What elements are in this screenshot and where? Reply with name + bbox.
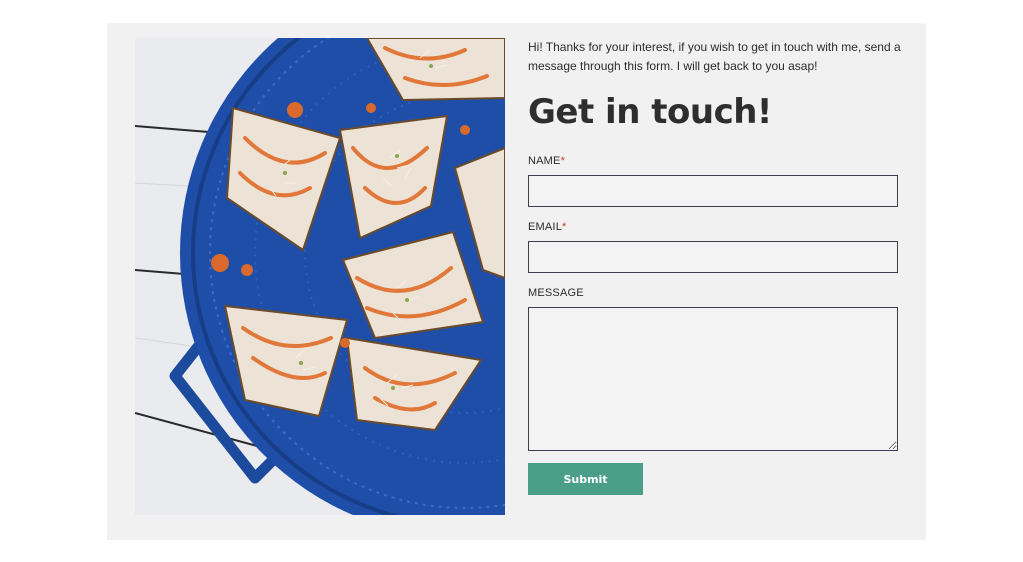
message-field-group: MESSAGE — [528, 287, 903, 451]
name-label-text: NAME — [528, 155, 561, 167]
food-photo — [135, 38, 505, 515]
intro-text: Hi! Thanks for your interest, if you wis… — [528, 40, 901, 73]
message-label: MESSAGE — [528, 287, 584, 299]
required-marker: * — [560, 155, 566, 167]
contact-form: Hi! Thanks for your interest, if you wis… — [528, 38, 903, 495]
message-textarea[interactable] — [528, 307, 898, 451]
email-field-group: EMAIL* — [528, 221, 903, 273]
submit-button[interactable]: Submit — [528, 463, 643, 495]
name-field-group: NAME* — [528, 155, 903, 207]
email-label: EMAIL* — [528, 221, 903, 233]
contact-card: Hi! Thanks for your interest, if you wis… — [107, 23, 926, 540]
name-label: NAME* — [528, 155, 903, 167]
page-title: Get in touch! — [528, 92, 772, 132]
email-label-text: EMAIL — [528, 221, 563, 233]
required-marker: * — [562, 221, 567, 233]
email-input[interactable] — [528, 241, 898, 273]
name-input[interactable] — [528, 175, 898, 207]
